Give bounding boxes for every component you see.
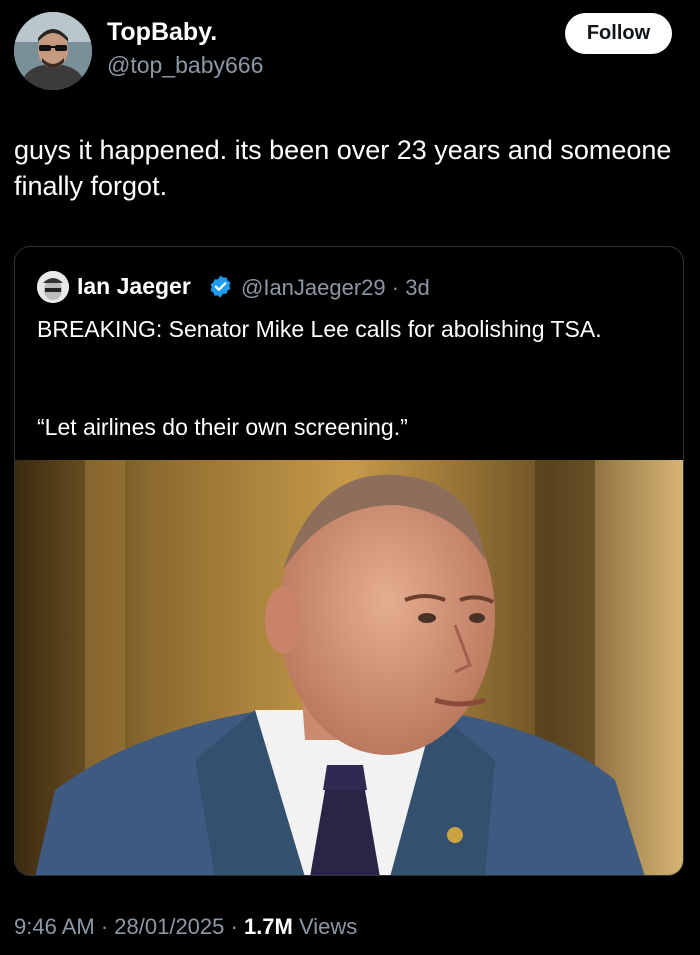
separator-dot: · [94, 914, 115, 939]
author-handle[interactable]: @top_baby666 [107, 52, 263, 79]
views-label: Views [299, 914, 358, 939]
quoted-tweet-card[interactable]: Ian Jaeger @IanJaeger29 · 3d BREAKING: S… [14, 246, 684, 876]
avatar-image [37, 271, 69, 303]
avatar-image [14, 12, 92, 90]
tweet-date[interactable]: 28/01/2025 [114, 914, 224, 939]
quoted-tweet-text: BREAKING: Senator Mike Lee calls for abo… [37, 316, 602, 342]
quoted-author-display-name[interactable]: Ian Jaeger [77, 273, 191, 300]
tweet-text: guys it happened. its been over 23 years… [14, 135, 672, 201]
verified-badge-icon [210, 275, 231, 298]
quoted-tweet-quote-text: “Let airlines do their own screening.” [37, 414, 408, 440]
tweet-time[interactable]: 9:46 AM [14, 914, 95, 939]
author-display-name[interactable]: TopBaby. [107, 18, 217, 47]
quoted-tweet-photo[interactable] [15, 460, 683, 875]
views-count: 1.7M [243, 914, 293, 939]
quoted-tweet-age: 3d [405, 275, 430, 300]
tweet-metadata: 9:46 AM · 28/01/2025 · 1.7M Views [14, 914, 357, 940]
photo-image [15, 460, 683, 875]
separator-dot: · [385, 275, 406, 300]
quoted-author-avatar[interactable] [37, 271, 69, 303]
follow-button[interactable]: Follow [565, 13, 672, 54]
quoted-author-handle[interactable]: @IanJaeger29 [241, 275, 386, 300]
author-avatar[interactable] [14, 12, 92, 90]
separator-dot: · [224, 914, 244, 939]
quoted-author-handle-and-age: @IanJaeger29 · 3d [241, 275, 430, 301]
